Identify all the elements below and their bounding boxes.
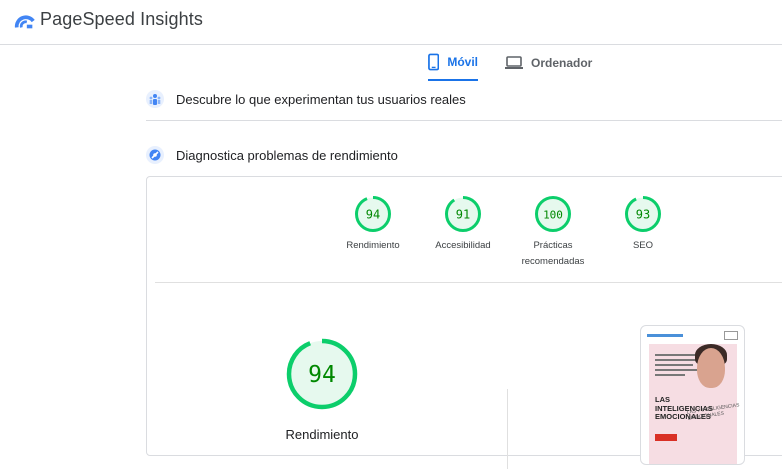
main-score-gauge: 94 Rendimiento xyxy=(282,337,362,442)
thumbnail-cta-button xyxy=(655,434,677,441)
lighthouse-icon xyxy=(146,146,164,164)
divider xyxy=(155,282,782,283)
field-data-label: Descubre lo que experimentan tus usuario… xyxy=(176,91,466,107)
lab-data-label: Diagnostica problemas de rendimiento xyxy=(176,147,398,163)
pagespeed-logo-icon[interactable] xyxy=(14,10,36,32)
main-score-label: Rendimiento xyxy=(285,427,359,442)
main-score-value: 94 xyxy=(308,362,336,388)
score-label: Accesibilidad xyxy=(435,240,491,251)
score-label: SEO xyxy=(632,240,654,251)
lab-results-panel: 94 Rendimiento 91 Accesibilidad 100 Prác… xyxy=(146,176,782,469)
score-gauge-accessibility[interactable]: 91 Accesibilidad xyxy=(423,195,503,254)
page-screenshot-thumbnail: LAS INTELIGENCIAS EMOCIONALES LAS 7 INTE… xyxy=(640,325,745,465)
users-data-icon xyxy=(146,90,164,108)
score-label: Prácticas recomendadas xyxy=(521,240,585,267)
score-label: Rendimiento xyxy=(346,240,400,251)
score-value: 93 xyxy=(636,208,650,222)
score-value: 100 xyxy=(543,209,563,222)
tab-mobile-label: Móvil xyxy=(447,54,478,69)
tab-desktop-label: Ordenador xyxy=(531,55,593,70)
laptop-icon xyxy=(505,55,523,69)
app-header: PageSpeed Insights xyxy=(0,0,782,45)
field-data-section[interactable]: Descubre lo que experimentan tus usuario… xyxy=(146,78,782,121)
app-title: PageSpeed Insights xyxy=(40,9,203,29)
score-value: 91 xyxy=(456,208,470,222)
score-value: 94 xyxy=(366,208,380,222)
mobile-phone-icon xyxy=(428,53,440,70)
score-gauge-best-practices[interactable]: 100 Prácticas recomendadas xyxy=(513,195,593,270)
score-gauge-seo[interactable]: 93 SEO xyxy=(603,195,683,254)
tab-mobile[interactable]: Móvil xyxy=(428,44,478,81)
tab-desktop[interactable]: Ordenador xyxy=(505,44,592,81)
divider-vertical xyxy=(507,389,508,469)
score-gauge-performance[interactable]: 94 Rendimiento xyxy=(333,195,413,254)
lab-data-section[interactable]: Diagnostica problemas de rendimiento xyxy=(146,134,782,176)
